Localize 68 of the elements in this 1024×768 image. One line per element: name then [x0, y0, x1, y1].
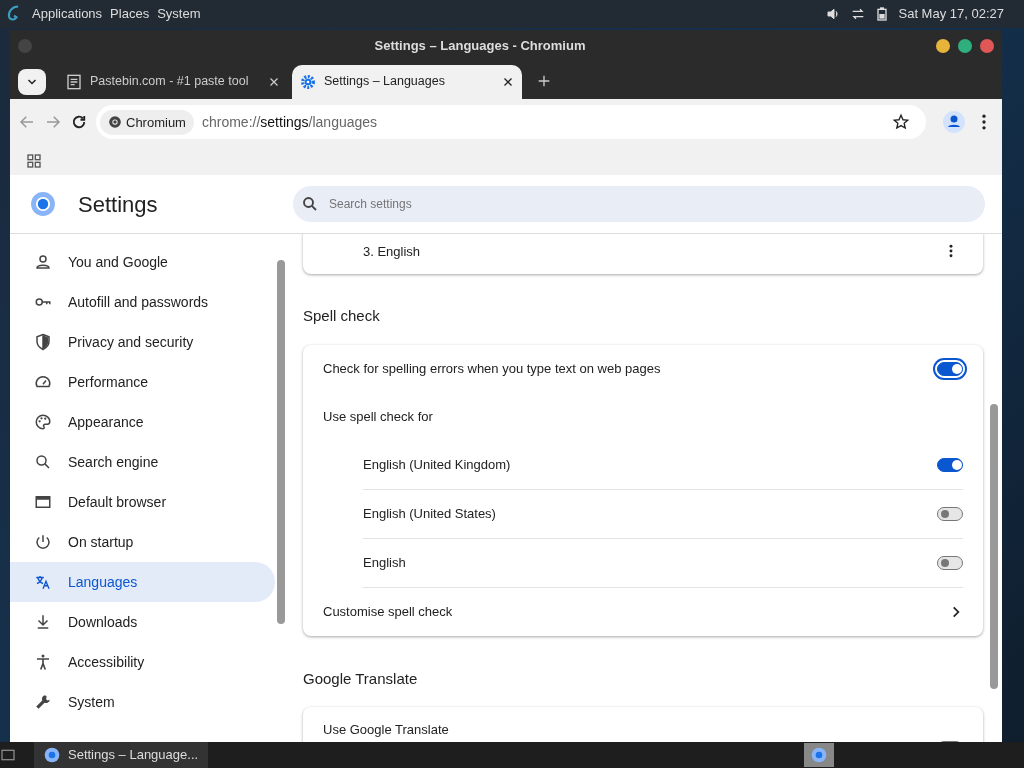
star-icon[interactable] [892, 113, 910, 132]
close-button[interactable] [980, 38, 994, 53]
chromium-logo-icon [44, 747, 60, 763]
shield-icon [34, 333, 52, 352]
tab-title: Pastebin.com - #1 paste tool [90, 73, 250, 91]
chromium-logo-icon [30, 191, 56, 218]
tab-list-button[interactable] [18, 68, 46, 95]
setting-label: Use spell check for [323, 408, 433, 427]
sidebar-item[interactable]: Autofill and passwords [10, 282, 275, 323]
site-chip[interactable]: Chromium [100, 109, 194, 136]
sidebar-item[interactable]: You and Google [10, 242, 275, 283]
settings-title: Settings [78, 190, 159, 219]
power-icon [34, 533, 52, 552]
document-icon [66, 73, 82, 90]
sidebar-item[interactable]: Appearance [10, 402, 275, 443]
close-icon[interactable] [268, 75, 280, 88]
toggle-switch[interactable] [937, 506, 963, 521]
palette-icon [34, 413, 52, 432]
minimize-button[interactable] [936, 38, 950, 53]
window-menu-dot[interactable] [18, 38, 32, 53]
workspace-switcher[interactable] [804, 743, 834, 767]
language-name: 3. English [363, 242, 422, 261]
apps-grid-icon[interactable] [26, 152, 42, 169]
gear-icon [300, 73, 316, 90]
scrollbar-thumb[interactable] [277, 260, 285, 624]
show-desktop-icon[interactable] [0, 747, 16, 763]
section-heading: Spell check [303, 306, 381, 327]
sidebar-item[interactable]: Accessibility [10, 642, 275, 683]
setting-label: Check for spelling errors when you type text on web pages [323, 360, 662, 379]
window-title: Settings – Languages - Chromium [373, 36, 587, 55]
sidebar-item[interactable]: Languages [10, 562, 275, 603]
search-field[interactable]: Search settings [293, 186, 985, 223]
sidebar-item[interactable]: System [10, 682, 275, 723]
menu-item[interactable]: System [157, 4, 201, 24]
setting-link[interactable]: Customise spell check [323, 602, 949, 622]
browser-tab[interactable]: Settings – Languages [292, 64, 522, 99]
language-name: English (United Kingdom) [363, 456, 512, 475]
browser-tab[interactable]: Pastebin.com - #1 paste tool [58, 64, 288, 99]
sidebar-item[interactable]: Default browser [10, 482, 275, 523]
translate-icon [34, 573, 52, 592]
toggle-switch[interactable] [937, 555, 963, 570]
section-heading: Google Translate [303, 668, 419, 689]
sidebar-item[interactable]: Downloads [10, 602, 275, 643]
menu-item[interactable]: Places [110, 4, 150, 24]
wrench-icon [34, 693, 52, 712]
person-icon [34, 253, 52, 272]
maximize-button[interactable] [958, 38, 972, 53]
scrollbar-thumb[interactable] [990, 404, 998, 690]
close-icon[interactable] [502, 75, 514, 88]
accessibility-person-icon [34, 653, 52, 672]
setting-label: Use Google Translate [323, 720, 450, 739]
toggle-switch[interactable] [937, 457, 963, 472]
sidebar-item[interactable]: On startup [10, 522, 275, 563]
address-bar[interactable]: Chromium chrome://settings/languages [96, 105, 926, 140]
sidebar-item[interactable]: Privacy and security [10, 322, 275, 363]
tab-title: Settings – Languages [324, 73, 446, 91]
sidebar-item[interactable]: Performance [10, 362, 275, 403]
taskbar-window-button[interactable]: Settings – Language... [34, 742, 209, 768]
language-name: English [363, 554, 407, 573]
language-name: English (United States) [363, 505, 497, 524]
chromium-logo-icon [811, 747, 827, 763]
sidebar-item[interactable]: Search engine [10, 442, 275, 483]
url-text: chrome://settings/languages [201, 112, 379, 132]
search-field[interactable]: Search settings [327, 194, 977, 215]
menu-item[interactable]: Applications [32, 4, 103, 24]
clock[interactable]: Sat May 17, 02:27 [898, 4, 1004, 24]
chromium-logo-icon [108, 115, 122, 130]
profile-icon[interactable] [942, 110, 966, 135]
